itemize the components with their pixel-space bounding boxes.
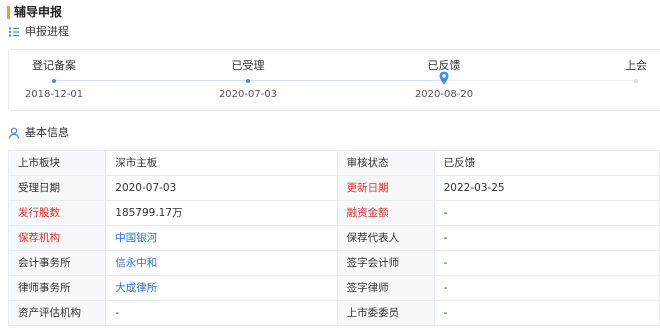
step-date: 2020-08-20 [414, 89, 474, 100]
step-dot [634, 79, 638, 83]
field-value: 185799.17万 [105, 200, 338, 226]
step-dot [52, 79, 56, 83]
progress-track-pending [444, 80, 636, 81]
sponsor-link[interactable]: 中国银河 [105, 225, 338, 251]
table-row: 会计事务所 信永中和 签字会计师 - [7, 250, 660, 276]
step-label: 已受理 [231, 59, 265, 72]
field-label: 保荐机构 [7, 225, 107, 251]
user-icon [8, 127, 20, 139]
field-label: 受理日期 [7, 175, 107, 201]
field-value: 2022-03-25 [433, 175, 660, 201]
table-row: 保荐机构 中国银河 保荐代表人 - [7, 225, 660, 251]
field-label: 更新日期 [336, 175, 435, 201]
field-label: 审核状态 [336, 150, 435, 176]
field-value: - [105, 300, 338, 326]
law-firm-link[interactable]: 大成律所 [105, 275, 338, 301]
field-value: 已反馈 [433, 150, 660, 176]
field-label: 会计事务所 [7, 250, 107, 276]
field-value: - [433, 275, 660, 301]
current-step-marker-icon [439, 71, 449, 85]
field-label: 签字会计师 [336, 250, 435, 276]
field-label: 律师事务所 [7, 275, 107, 301]
page-title: 辅导申报 [14, 5, 63, 19]
table-row: 资产评估机构 - 上市委委员 - [7, 300, 660, 326]
progress-section-title: 申报进程 [25, 25, 69, 38]
field-value: - [433, 250, 660, 276]
field-label: 上市委委员 [336, 300, 435, 326]
basic-info-table: 上市板块 深市主板 审核状态 已反馈 受理日期 2020-07-03 更新日期 … [7, 150, 660, 326]
table-row: 律师事务所 大成律所 签字律师 - [7, 275, 660, 301]
field-label: 资产评估机构 [7, 300, 107, 326]
field-label: 融资金额 [336, 200, 435, 226]
field-value: 2020-07-03 [105, 175, 338, 201]
field-label: 上市板块 [7, 150, 107, 176]
field-label: 发行股数 [7, 200, 107, 226]
title-accent-bar [7, 6, 10, 19]
progress-list-icon [8, 27, 19, 37]
field-value: - [433, 300, 660, 326]
table-row: 受理日期 2020-07-03 更新日期 2022-03-25 [7, 175, 660, 201]
basic-info-section-title: 基本信息 [25, 126, 69, 139]
table-row: 发行股数 185799.17万 融资金额 - [7, 200, 660, 226]
field-label: 保荐代表人 [336, 225, 435, 251]
step-date: 2018-12-01 [24, 89, 84, 100]
accounting-firm-link[interactable]: 信永中和 [105, 250, 338, 276]
field-label: 签字律师 [336, 275, 435, 301]
step-date: 2020-07-03 [218, 89, 278, 100]
field-value: - [433, 200, 660, 226]
table-row: 上市板块 深市主板 审核状态 已反馈 [7, 150, 660, 176]
field-value: - [433, 225, 660, 251]
step-label: 登记备案 [32, 59, 76, 72]
field-value: 深市主板 [105, 150, 338, 176]
step-dot [246, 79, 250, 83]
step-label: 上会 [625, 59, 647, 72]
